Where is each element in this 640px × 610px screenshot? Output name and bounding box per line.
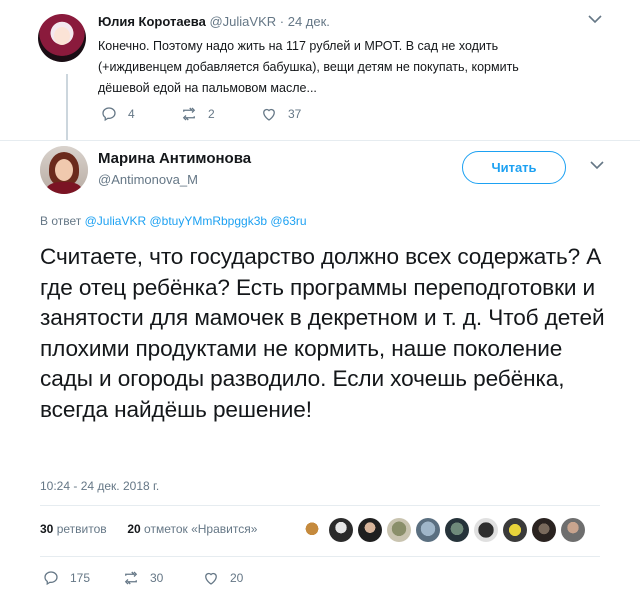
reply-to-line: В ответ @JuliaVKR @btuyYMmRbpggk3b @63ru bbox=[40, 214, 307, 228]
reply-count: 175 bbox=[70, 571, 91, 585]
main-action-like[interactable]: 20 bbox=[202, 568, 243, 588]
retweet-count: 2 bbox=[208, 107, 215, 121]
divider bbox=[40, 556, 600, 557]
liker-avatar[interactable] bbox=[445, 518, 469, 542]
thread-line bbox=[66, 74, 68, 140]
like-count: 37 bbox=[288, 107, 302, 121]
liker-avatar[interactable] bbox=[416, 518, 440, 542]
reply-tweet-text: Конечно. Поэтому надо жить на 117 рублей… bbox=[98, 39, 519, 95]
reply-author-avatar[interactable] bbox=[38, 14, 86, 62]
like-count: 20 bbox=[230, 571, 244, 585]
retweet-icon bbox=[182, 107, 196, 121]
liker-avatar[interactable] bbox=[532, 518, 556, 542]
chevron-down-icon[interactable] bbox=[588, 14, 602, 24]
liker-avatar[interactable] bbox=[474, 518, 498, 542]
reply-to-prefix: В ответ bbox=[40, 214, 82, 228]
divider bbox=[40, 505, 600, 506]
main-tweet-text: Считаете, что государство должно всех со… bbox=[40, 244, 605, 422]
main-action-reply[interactable]: 175 bbox=[42, 568, 90, 588]
reply-tweet[interactable]: Юлия Коротаева @JuliaVKR · 24 дек. Конеч… bbox=[0, 0, 640, 140]
reply-tweet-date[interactable]: 24 дек. bbox=[288, 14, 330, 29]
follow-button[interactable]: Читать bbox=[462, 151, 566, 184]
liker-avatar[interactable] bbox=[329, 518, 353, 542]
reply-author-handle[interactable]: @JuliaVKR bbox=[209, 14, 276, 29]
reply-icon bbox=[44, 571, 58, 586]
reply-author-name[interactable]: Юлия Коротаева bbox=[98, 14, 206, 29]
liker-avatar[interactable] bbox=[300, 518, 324, 542]
liker-avatar[interactable] bbox=[503, 518, 527, 542]
like-icon bbox=[263, 108, 275, 121]
divider bbox=[0, 140, 640, 141]
reply-action-reply[interactable]: 4 bbox=[100, 104, 135, 124]
likes-stat[interactable]: 20 отметок «Нравится» bbox=[127, 522, 257, 536]
reply-tweet-header: Юлия Коротаева @JuliaVKR · 24 дек. bbox=[98, 14, 330, 29]
retweet-count: 30 bbox=[150, 571, 164, 585]
liker-avatar[interactable] bbox=[358, 518, 382, 542]
main-author-avatar[interactable] bbox=[40, 146, 88, 194]
reply-icon bbox=[102, 107, 116, 122]
chevron-down-icon[interactable] bbox=[590, 160, 604, 170]
like-icon bbox=[205, 572, 217, 585]
liker-avatar[interactable] bbox=[387, 518, 411, 542]
tweet-timestamp[interactable]: 10:24 - 24 дек. 2018 г. bbox=[40, 479, 159, 493]
reply-action-retweet[interactable]: 2 bbox=[180, 104, 215, 124]
main-author-name[interactable]: Марина Антимонова bbox=[98, 150, 251, 167]
liker-avatar[interactable] bbox=[561, 518, 585, 542]
reply-count: 4 bbox=[128, 107, 135, 121]
reply-to-handles[interactable]: @JuliaVKR @btuyYMmRbpggk3b @63ru bbox=[85, 214, 307, 228]
retweet-icon bbox=[124, 571, 138, 585]
retweets-stat[interactable]: 30 ретвитов bbox=[40, 522, 107, 536]
main-action-retweet[interactable]: 30 bbox=[122, 568, 163, 588]
reply-action-like[interactable]: 37 bbox=[260, 104, 301, 124]
main-author-handle[interactable]: @Antimonova_M bbox=[98, 172, 198, 187]
tweet-stats: 30 ретвитов 20 отметок «Нравится» bbox=[40, 522, 257, 536]
